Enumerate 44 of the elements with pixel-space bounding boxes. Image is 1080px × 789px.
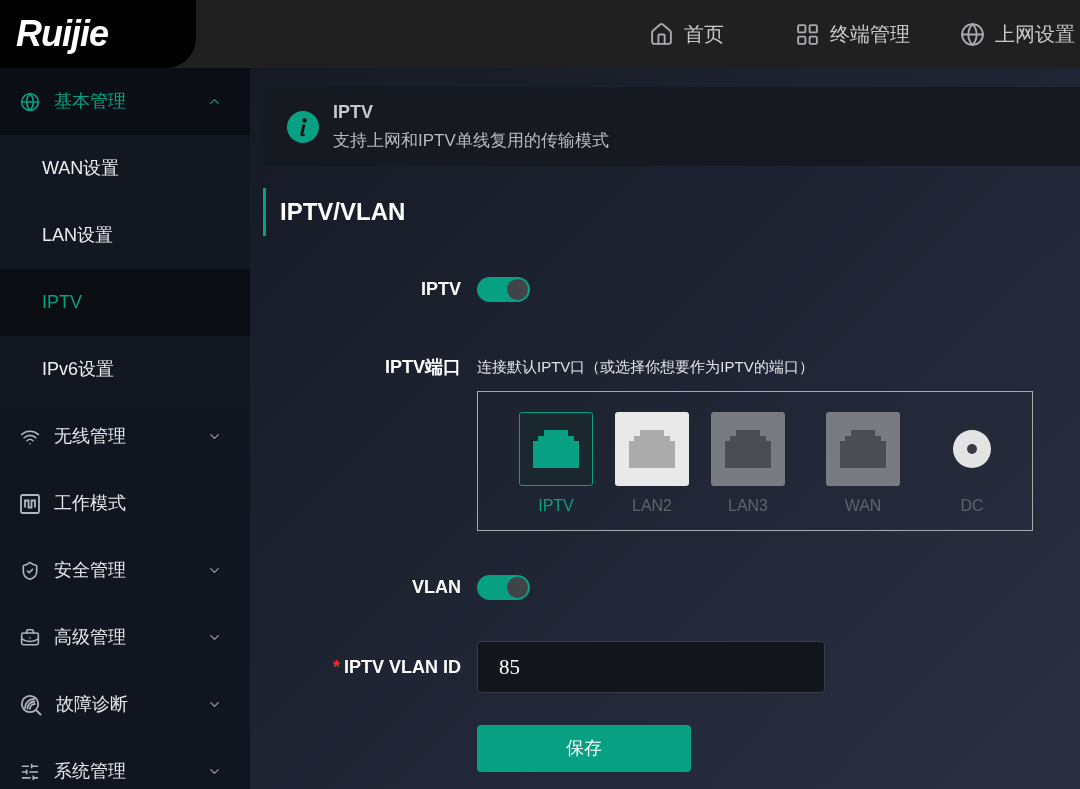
square-wave-icon <box>20 493 40 514</box>
menu-item[interactable]: 安全管理 <box>0 537 250 604</box>
shield-check-icon <box>20 560 40 581</box>
briefcase-icon <box>20 627 40 648</box>
grid-icon <box>795 21 820 47</box>
field-label: VLAN <box>411 576 461 599</box>
vlan-id-input[interactable]: 85 <box>477 641 825 693</box>
submenu-item[interactable]: IPTV <box>0 269 250 336</box>
port-label: LAN2 <box>632 496 672 516</box>
menu-item[interactable]: 无线管理 <box>0 403 250 470</box>
field-hint: 连接默认IPTV口（或选择你想要作为IPTV的端口） <box>477 357 814 377</box>
menu-item[interactable]: 高级管理 <box>0 604 250 671</box>
field-label: IPTV端口 <box>384 357 461 377</box>
ethernet-port-icon <box>629 430 675 468</box>
ethernet-port-icon <box>725 430 771 468</box>
port-label: DC <box>960 496 984 516</box>
ethernet-port-icon <box>533 430 579 468</box>
toggle-switch[interactable] <box>477 575 530 600</box>
port-label: LAN3 <box>728 496 768 516</box>
menu-item[interactable]: 故障诊断 <box>0 671 250 738</box>
port-label: WAN <box>844 496 882 516</box>
globe-icon <box>20 91 40 112</box>
field-label: IPTV <box>420 278 461 301</box>
menu-item[interactable]: 系统管理 <box>0 738 250 789</box>
home-icon <box>649 21 674 47</box>
required-mark: * <box>332 655 340 679</box>
toggle-switch[interactable] <box>477 277 530 302</box>
globe-icon <box>960 21 985 47</box>
nav-link[interactable]: 终端管理 <box>795 19 910 49</box>
section-title: IPTV/VLAN <box>280 197 406 227</box>
menu-item[interactable]: 工作模式 <box>0 470 250 537</box>
signal-magnifier-icon <box>20 693 42 716</box>
nav-link[interactable]: 上网设置 <box>960 19 1075 49</box>
field-label: IPTV VLAN ID <box>344 655 461 679</box>
menu-item[interactable]: 基本管理 <box>0 68 250 135</box>
nav-link[interactable]: 首页 <box>649 19 724 49</box>
brand-logo: Ruijie <box>16 16 108 52</box>
ethernet-port-icon <box>840 430 886 468</box>
notice-text: 支持上网和IPTV单线复用的传输模式 <box>333 129 609 152</box>
notice-title: IPTV <box>333 100 374 124</box>
port-button[interactable] <box>519 412 593 486</box>
sliders-icon <box>20 761 40 782</box>
info-icon <box>287 110 319 143</box>
port-label: IPTV <box>538 496 574 516</box>
